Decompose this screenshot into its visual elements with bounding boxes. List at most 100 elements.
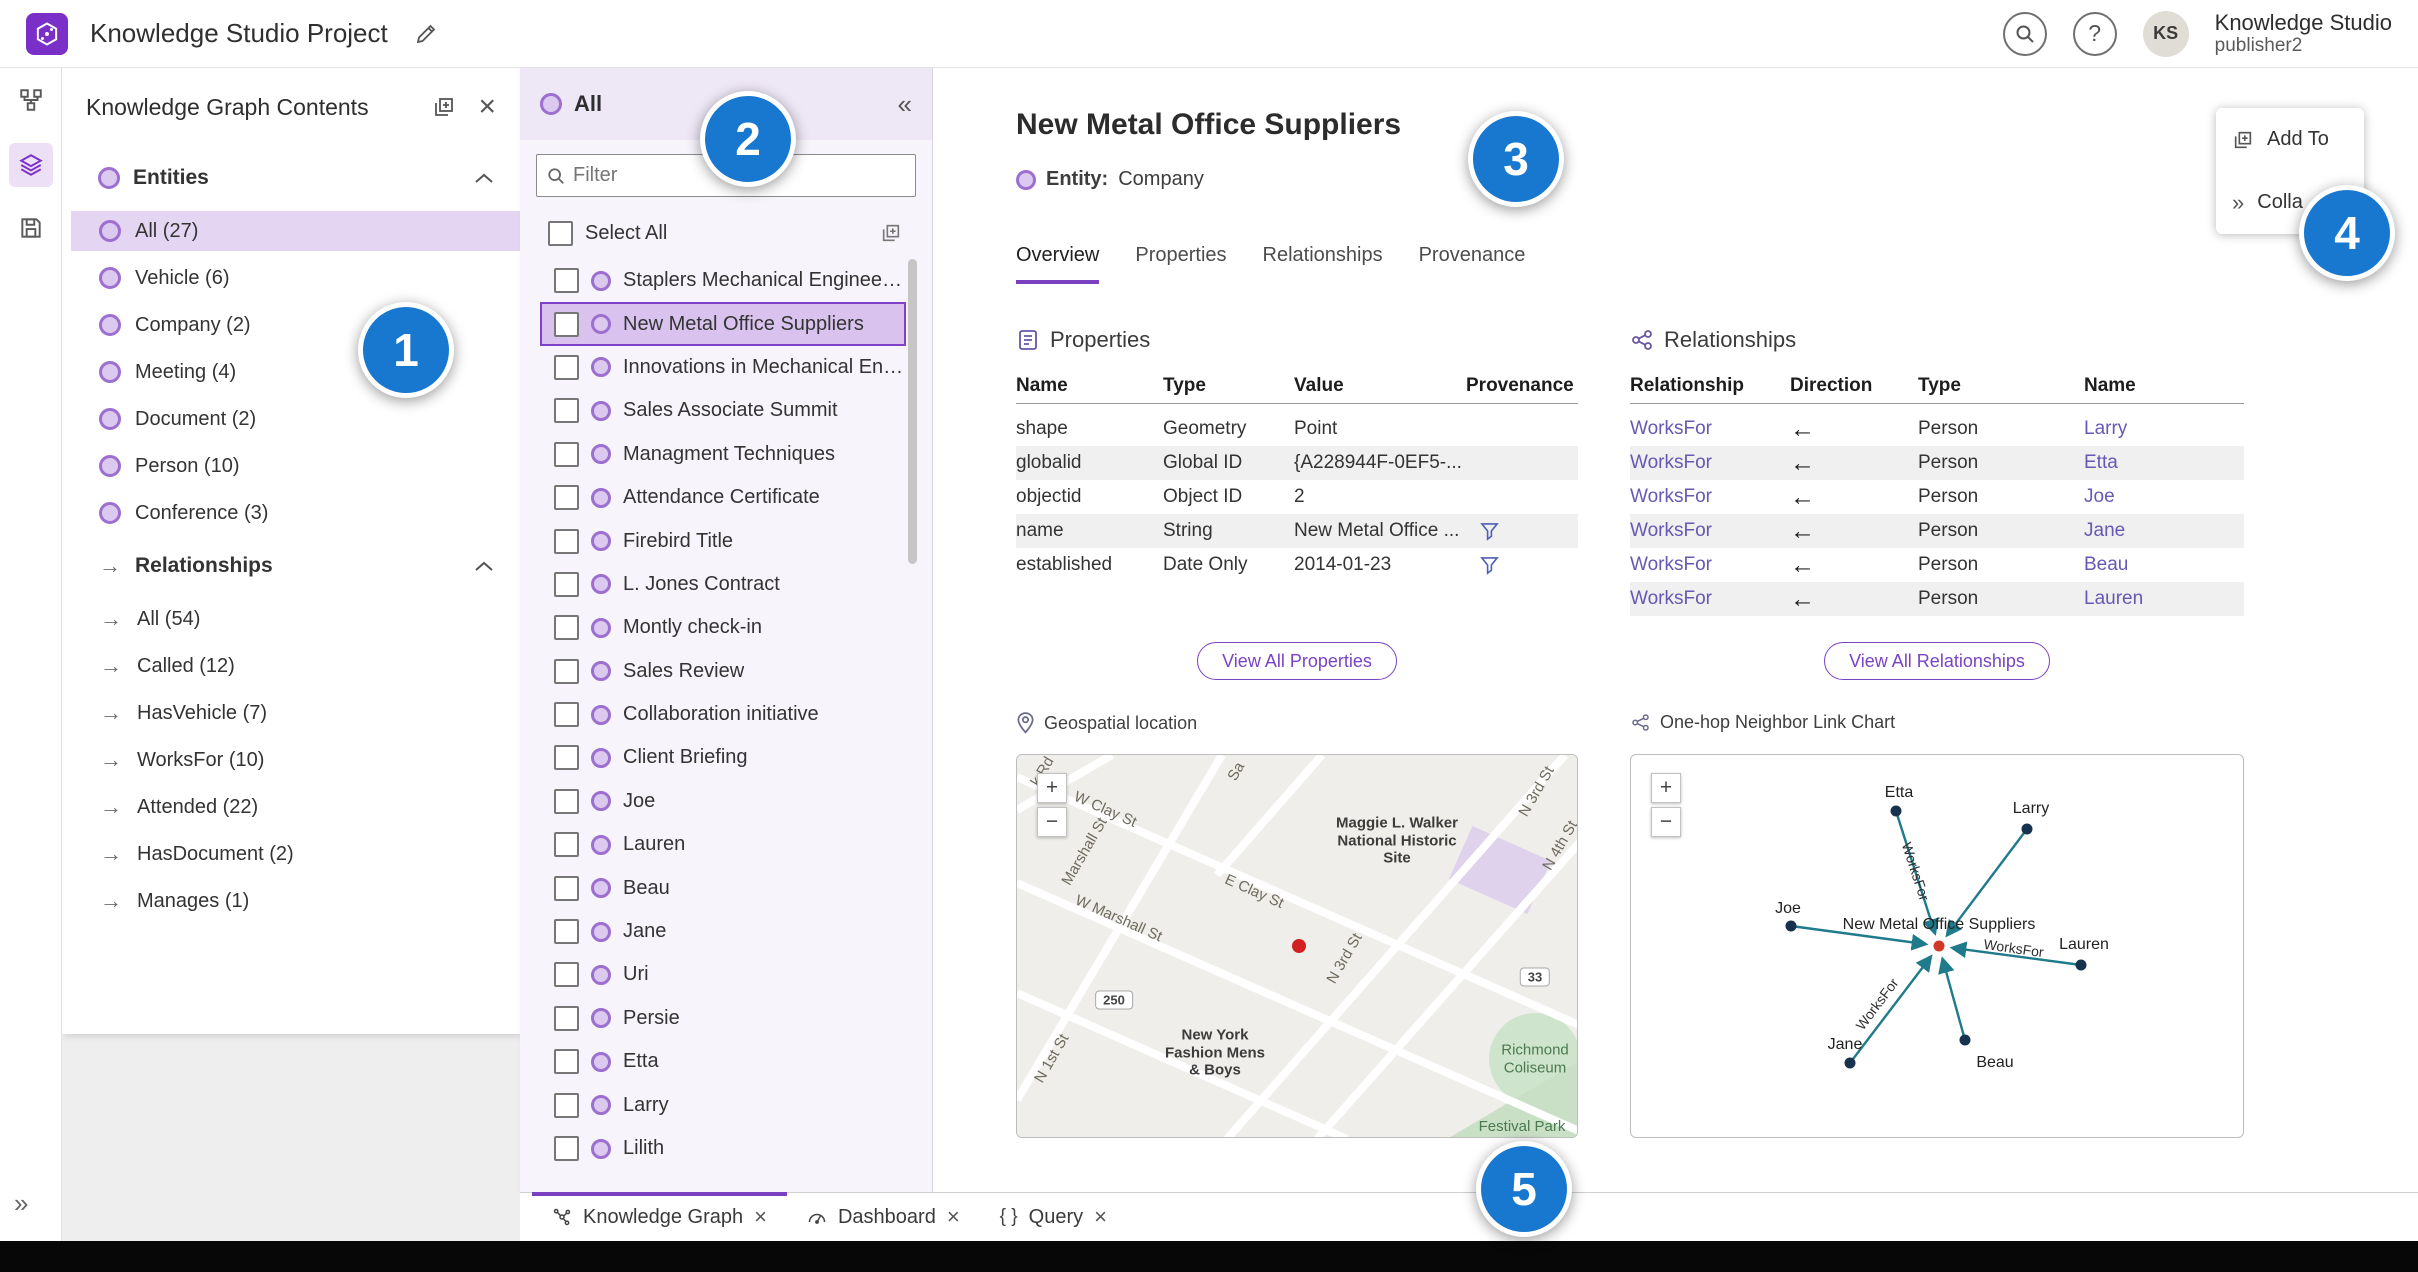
account-info[interactable]: Knowledge Studio publisher2 [2215, 10, 2392, 57]
entity-list-item[interactable]: Uri [540, 953, 906, 996]
relationship-type-item[interactable]: → Attended (22) [71, 787, 520, 827]
close-tab-icon[interactable]: × [754, 1204, 767, 1230]
detail-tab[interactable]: Provenance [1419, 244, 1526, 284]
entity-type-item[interactable]: Conference (3) [71, 493, 520, 533]
item-checkbox[interactable] [554, 615, 579, 641]
select-all-checkbox[interactable] [548, 220, 573, 246]
relationship-link[interactable]: WorksFor [1630, 514, 1790, 548]
entity-type-item[interactable]: All (27) [71, 211, 520, 251]
tab-dashboard[interactable]: Dashboard × [787, 1193, 980, 1241]
item-checkbox[interactable] [554, 1092, 579, 1118]
layers-icon[interactable] [9, 143, 53, 187]
entity-list-item[interactable]: Staplers Mechanical Engineering [540, 259, 906, 302]
item-checkbox[interactable] [554, 702, 579, 728]
item-checkbox[interactable] [554, 268, 579, 294]
entity-list-item[interactable]: New Metal Office Suppliers [540, 302, 906, 346]
related-entity-link[interactable]: Beau [2084, 548, 2244, 582]
user-avatar[interactable]: KS [2142, 10, 2189, 57]
item-checkbox[interactable] [554, 962, 579, 988]
entity-list-item[interactable]: Jane [540, 910, 906, 953]
relationship-link[interactable]: WorksFor [1630, 446, 1790, 480]
related-entity-link[interactable]: Joe [2084, 480, 2244, 514]
select-all-row[interactable]: Select All [520, 215, 932, 251]
item-checkbox[interactable] [554, 311, 579, 337]
relationships-section-header[interactable]: → Relationships [62, 540, 520, 592]
map-zoom-in-button[interactable]: + [1037, 773, 1067, 803]
close-tab-icon[interactable]: × [1094, 1204, 1107, 1230]
entity-type-item[interactable]: Document (2) [71, 399, 520, 439]
view-all-properties-button[interactable]: View All Properties [1197, 642, 1397, 680]
center-node[interactable] [1933, 940, 1945, 952]
related-entity-link[interactable]: Jane [2084, 514, 2244, 548]
item-checkbox[interactable] [554, 919, 579, 945]
tab-query[interactable]: { } Query × [980, 1193, 1127, 1241]
entity-list-item[interactable]: L. Jones Contract [540, 563, 906, 606]
close-panel-icon[interactable]: × [478, 92, 496, 122]
entity-type-item[interactable]: Vehicle (6) [71, 258, 520, 298]
map-widget[interactable]: k Rd W Clay St Sa N 3rd St N 4th St E Cl… [1016, 754, 1578, 1138]
chevron-up-icon[interactable] [474, 172, 494, 184]
relationship-type-item[interactable]: → All (54) [71, 599, 520, 639]
item-checkbox[interactable] [554, 832, 579, 858]
item-checkbox[interactable] [554, 441, 579, 467]
detail-tab[interactable]: Relationships [1263, 244, 1383, 284]
provenance-icon[interactable] [1480, 556, 1499, 575]
detail-tab[interactable]: Properties [1135, 244, 1226, 284]
view-all-relationships-button[interactable]: View All Relationships [1824, 642, 2050, 680]
entity-list-item[interactable]: Joe [540, 780, 906, 823]
collapse-panel-icon[interactable]: « [898, 89, 912, 120]
add-to-menu-item[interactable]: Add To [2216, 108, 2364, 171]
tab-knowledge-graph[interactable]: Knowledge Graph × [532, 1192, 787, 1241]
relationship-link[interactable]: WorksFor [1630, 412, 1790, 446]
close-tab-icon[interactable]: × [947, 1204, 960, 1230]
related-entity-link[interactable]: Lauren [2084, 582, 2244, 616]
save-icon[interactable] [9, 206, 53, 250]
entities-section-header[interactable]: Entities [62, 152, 520, 204]
entity-list-item[interactable]: Client Briefing [540, 736, 906, 779]
item-checkbox[interactable] [554, 788, 579, 814]
detail-tab[interactable]: Overview [1016, 244, 1100, 284]
relationship-type-item[interactable]: → Called (12) [71, 646, 520, 686]
link-chart-widget[interactable]: Etta Larry Joe Lauren Jane Beau New Meta… [1630, 754, 2244, 1138]
item-checkbox[interactable] [554, 485, 579, 511]
entity-list-item[interactable]: Etta [540, 1040, 906, 1083]
entity-list-item[interactable]: Sales Review [540, 650, 906, 693]
item-checkbox[interactable] [554, 1005, 579, 1031]
entity-list-item[interactable]: Montly check-in [540, 606, 906, 649]
item-checkbox[interactable] [554, 528, 579, 554]
entity-list-item[interactable]: Managment Techniques [540, 433, 906, 476]
relationship-type-item[interactable]: → HasVehicle (7) [71, 693, 520, 733]
chevron-up-icon[interactable] [474, 560, 494, 572]
add-panel-icon[interactable] [432, 95, 456, 119]
list-scrollbar[interactable] [908, 259, 917, 564]
add-selection-icon[interactable] [880, 222, 902, 244]
entity-list-item[interactable]: Firebird Title [540, 519, 906, 562]
item-checkbox[interactable] [554, 1136, 579, 1161]
item-checkbox[interactable] [554, 1049, 579, 1075]
relationship-link[interactable]: WorksFor [1630, 548, 1790, 582]
chart-zoom-out-button[interactable]: − [1651, 807, 1681, 837]
search-button[interactable] [2002, 11, 2047, 56]
entity-list-item[interactable]: Persie [540, 997, 906, 1040]
expand-rail-icon[interactable]: » [14, 1188, 28, 1219]
item-checkbox[interactable] [554, 875, 579, 901]
map-zoom-out-button[interactable]: − [1037, 807, 1067, 837]
related-entity-link[interactable]: Larry [2084, 412, 2244, 446]
entity-list-item[interactable]: Beau [540, 866, 906, 909]
hierarchy-icon[interactable] [9, 78, 53, 122]
chart-zoom-in-button[interactable]: + [1651, 773, 1681, 803]
relationship-type-item[interactable]: → Manages (1) [71, 881, 520, 921]
help-button[interactable]: ? [2072, 11, 2117, 56]
entity-type-item[interactable]: Person (10) [71, 446, 520, 486]
relationship-type-item[interactable]: → WorksFor (10) [71, 740, 520, 780]
entity-list-item[interactable]: Lauren [540, 823, 906, 866]
relationship-type-item[interactable]: → HasDocument (2) [71, 834, 520, 874]
related-entity-link[interactable]: Etta [2084, 446, 2244, 480]
entity-list-item[interactable]: Sales Associate Summit [540, 389, 906, 432]
edit-title-icon[interactable] [414, 22, 438, 46]
item-checkbox[interactable] [554, 354, 579, 380]
item-checkbox[interactable] [554, 398, 579, 424]
entity-list-item[interactable]: Collaboration initiative [540, 693, 906, 736]
item-checkbox[interactable] [554, 571, 579, 597]
relationship-link[interactable]: WorksFor [1630, 480, 1790, 514]
